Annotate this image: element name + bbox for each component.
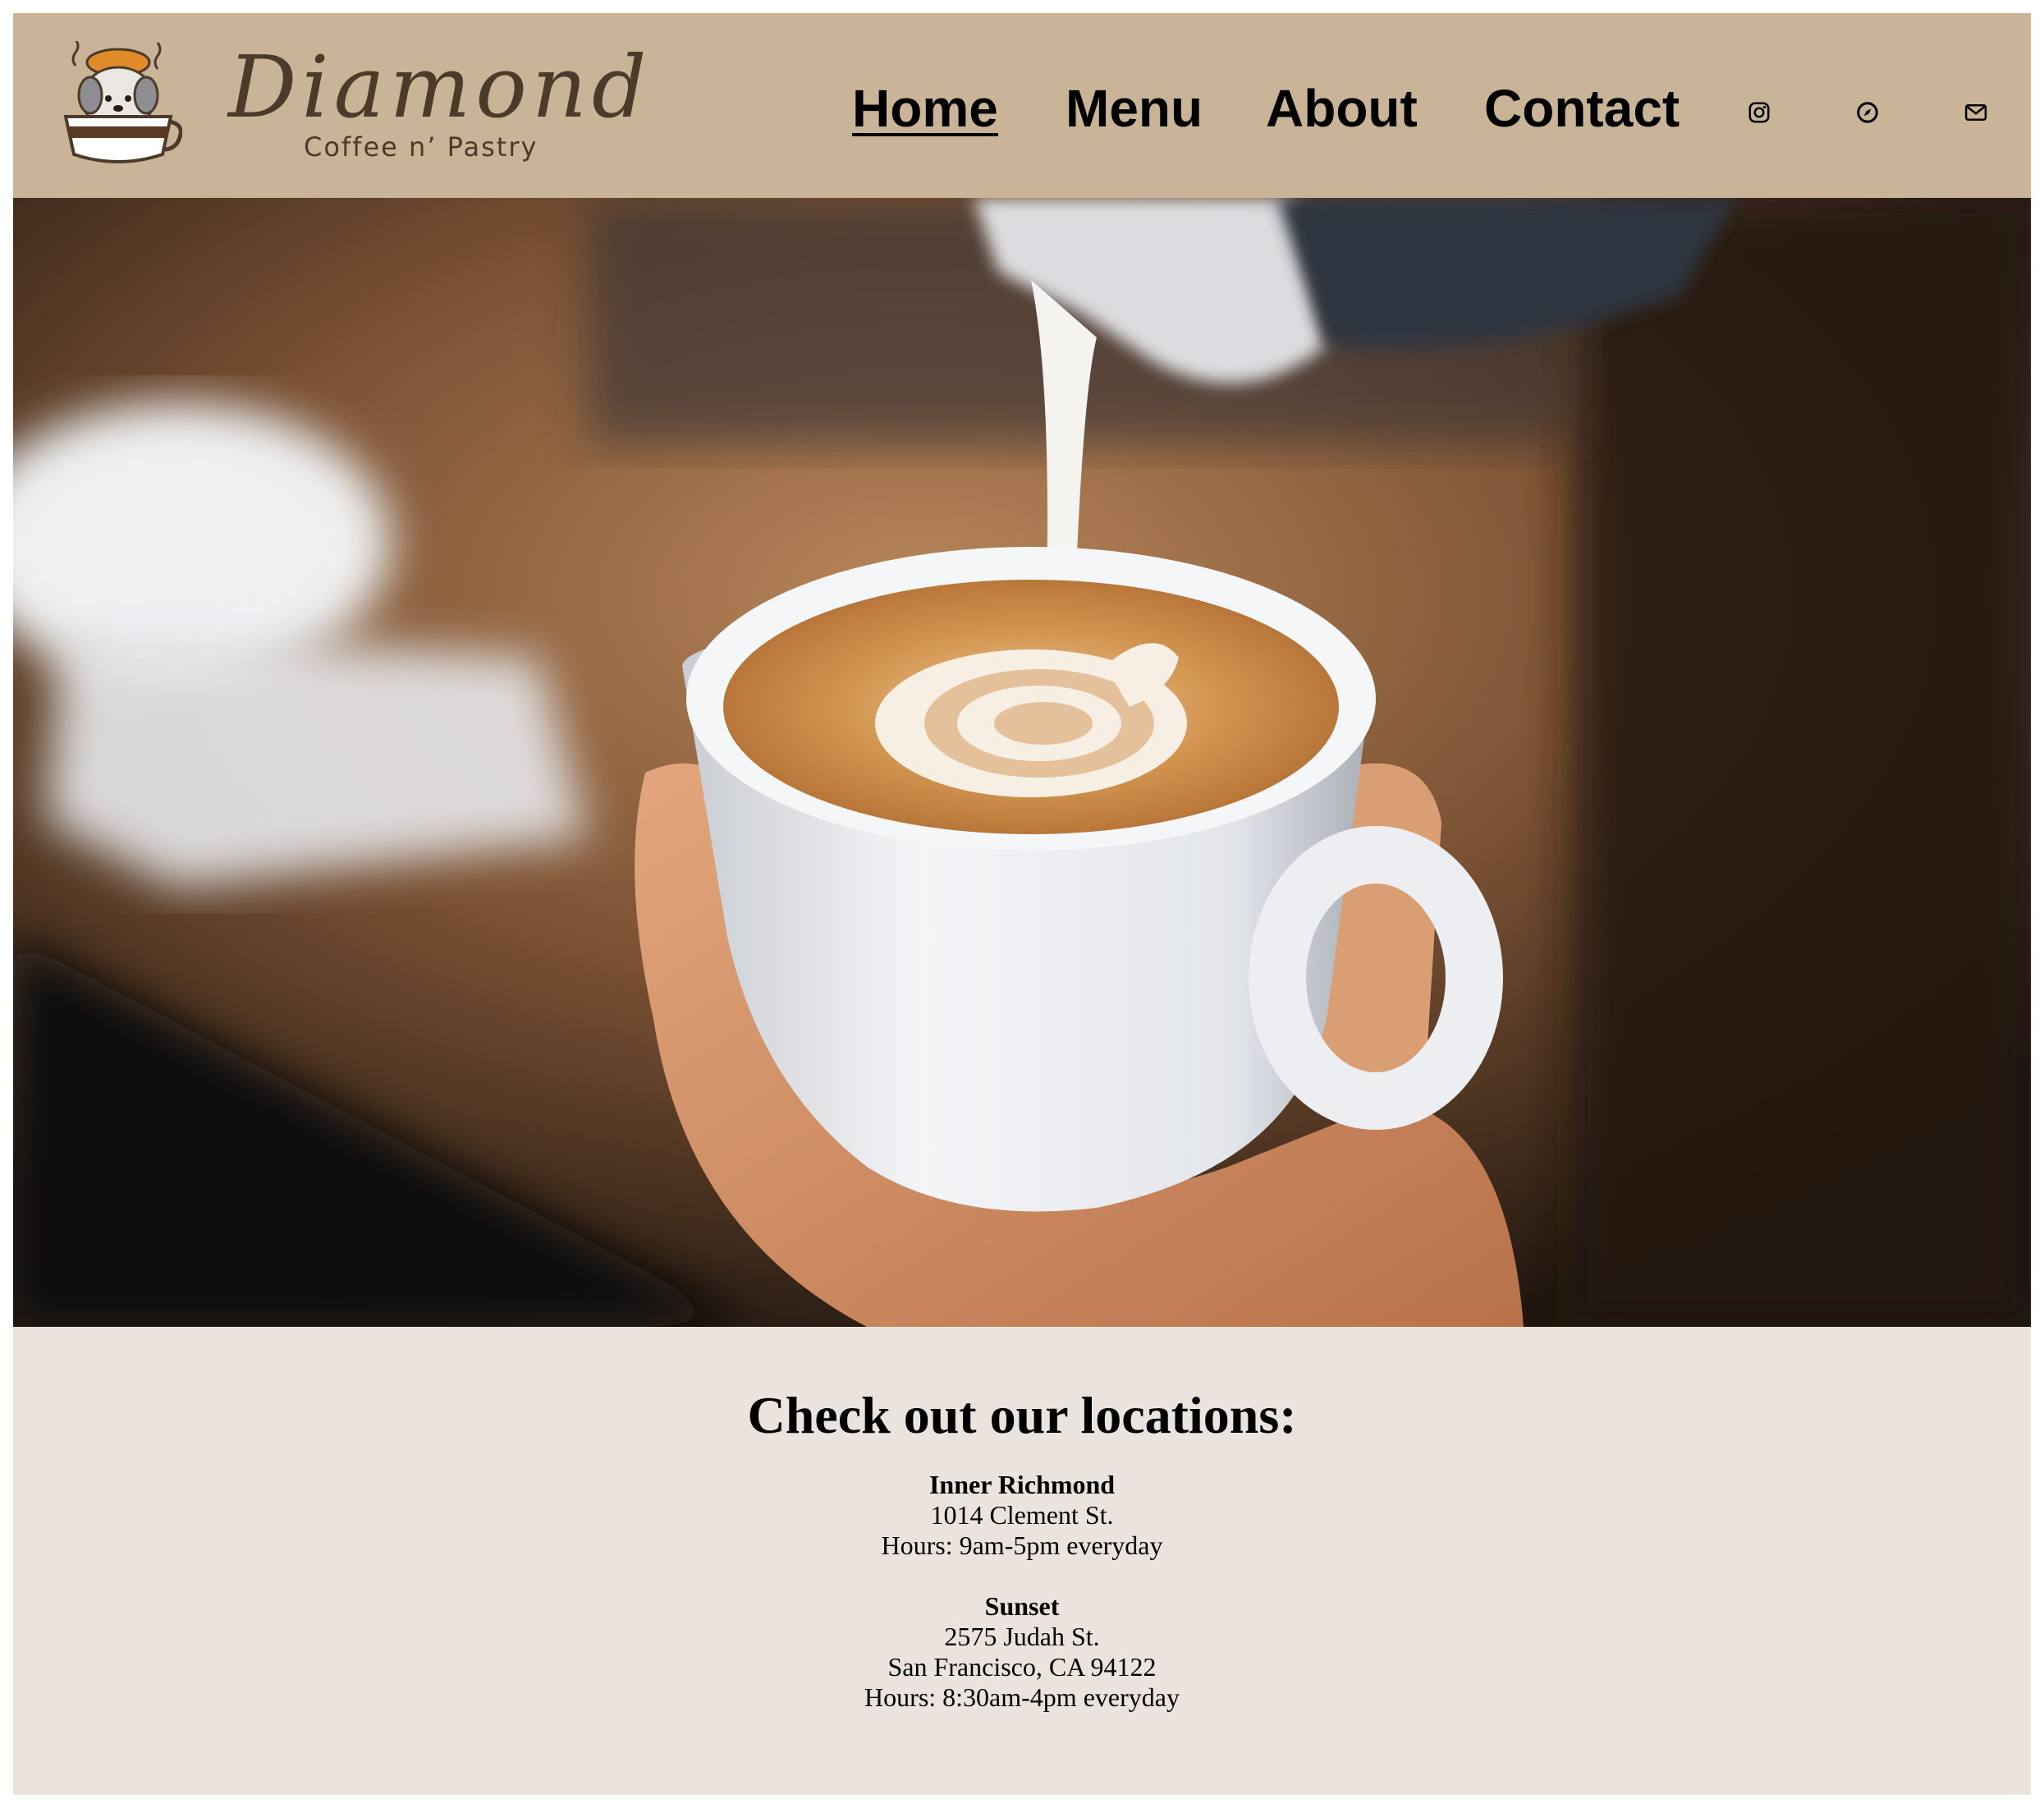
location-hours: Hours: 9am-5pm everyday <box>881 1530 1163 1560</box>
location-name: Inner Richmond <box>928 1470 1116 1499</box>
nav-home[interactable]: Home <box>852 82 998 135</box>
locations-heading: Check out our locations: <box>747 1386 1297 1444</box>
mail-icon[interactable] <box>1964 100 1988 125</box>
nav-menu[interactable]: Menu <box>1066 82 1203 135</box>
instagram-icon[interactable] <box>1747 100 1771 125</box>
latte-art-photo <box>13 198 2031 1327</box>
logo-mascot-cup-icon <box>63 41 182 163</box>
site-header: Diamond Coffee n’ Pastry Home Menu About… <box>13 13 2031 198</box>
hero-image <box>13 198 2031 1327</box>
nav-about[interactable]: About <box>1266 82 1418 135</box>
brand-logo[interactable]: Diamond Coffee n’ Pastry <box>59 41 646 181</box>
compass-icon[interactable] <box>1855 100 1880 125</box>
brand-tagline: Coffee n’ Pastry <box>304 131 538 163</box>
nav-contact[interactable]: Contact <box>1484 82 1680 135</box>
location-card: Sunset 2575 Judah St. San Francisco, CA … <box>13 1591 2031 1713</box>
page: Diamond Coffee n’ Pastry Home Menu About… <box>13 13 2031 1795</box>
location-hours: Hours: 8:30am-4pm everyday <box>864 1682 1180 1712</box>
locations-section: Check out our locations: Inner Richmond … <box>13 1327 2031 1795</box>
location-address: 1014 Clement St. <box>930 1500 1114 1530</box>
location-city: San Francisco, CA 94122 <box>887 1652 1157 1682</box>
location-name: Sunset <box>984 1591 1060 1621</box>
brand-name: Diamond <box>228 37 652 137</box>
location-card: Inner Richmond 1014 Clement St. Hours: 9… <box>13 1470 2031 1561</box>
location-address: 2575 Judah St. <box>944 1622 1100 1651</box>
